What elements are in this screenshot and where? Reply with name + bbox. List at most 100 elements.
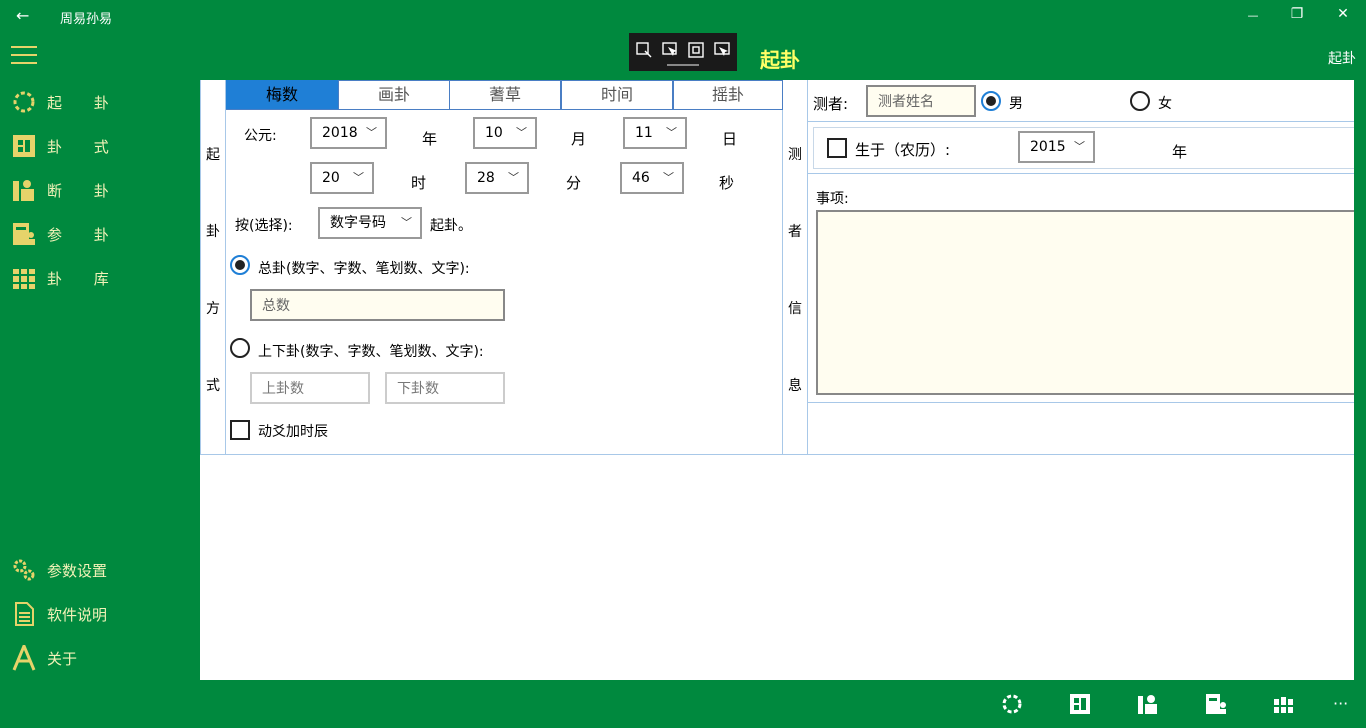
tab-huagua[interactable]: 画卦 <box>338 80 450 109</box>
hour-select[interactable]: 20 ﹀ <box>310 162 374 194</box>
second-select[interactable]: 46 ﹀ <box>620 162 684 194</box>
radio-male[interactable] <box>981 91 1001 111</box>
born-checkbox[interactable] <box>827 138 847 158</box>
sidebar-item-label: 起 卦 <box>47 93 123 112</box>
sidebar-item-label: 断 卦 <box>47 181 123 200</box>
person-vertical-label-1: 测 <box>788 147 802 163</box>
era-label: 公元: <box>244 128 277 144</box>
sidebar-item-label: 卦 式 <box>47 137 123 156</box>
matter-label: 事项: <box>816 191 849 207</box>
sidebar-item-label: 软件说明 <box>47 605 108 624</box>
close-button[interactable]: ✕ <box>1328 6 1358 22</box>
people-icon[interactable] <box>1204 692 1228 716</box>
more-icon[interactable]: ··· <box>1333 694 1348 713</box>
method-vertical-label-4: 式 <box>206 378 220 394</box>
page-title: 起卦 <box>760 48 800 72</box>
method-select-value: 数字号码 <box>330 215 386 231</box>
freeform-snip-icon[interactable] <box>661 41 679 59</box>
sidebar-item-label: 卦 库 <box>47 269 123 288</box>
back-button[interactable]: ← <box>16 6 29 25</box>
ring-icon[interactable] <box>1000 692 1024 716</box>
radio-updown[interactable] <box>230 338 250 358</box>
lower-input[interactable]: 下卦数 <box>385 372 505 404</box>
hamburger-icon[interactable] <box>11 44 37 66</box>
window-title: 周易孙易 <box>60 12 113 27</box>
radio-female[interactable] <box>1130 91 1150 111</box>
sidebar-item-guashi[interactable]: 卦 式 <box>0 126 200 166</box>
second-unit: 秒 <box>719 174 735 192</box>
minute-value: 28 <box>477 170 495 186</box>
hour-unit: 时 <box>411 174 427 192</box>
radio-total[interactable] <box>230 255 250 275</box>
restore-button[interactable]: ❐ <box>1282 6 1312 22</box>
day-value: 11 <box>635 125 653 141</box>
chevron-down-icon: ﹀ <box>508 171 519 184</box>
method-vertical-label-3: 方 <box>206 301 220 317</box>
method-vertical-label-2: 卦 <box>206 224 220 240</box>
day-unit: 日 <box>722 130 738 148</box>
library-icon[interactable] <box>1272 692 1296 716</box>
select-prefix: 按(选择): <box>235 218 293 234</box>
grid-icon[interactable] <box>1068 692 1092 716</box>
sidebar-item-about[interactable]: 关于 <box>0 638 200 678</box>
chevron-down-icon: ﹀ <box>516 126 527 139</box>
tab-shicao[interactable]: 蓍草 <box>449 80 561 109</box>
sidebar-item-label: 参 卦 <box>47 225 123 244</box>
second-value: 46 <box>632 170 650 186</box>
person-book-icon <box>11 177 37 203</box>
method-select[interactable]: 数字号码 ﹀ <box>318 207 422 239</box>
chevron-down-icon: ﹀ <box>666 126 677 139</box>
sidebar-item-duangua[interactable]: 断 卦 <box>0 170 200 210</box>
option-updown-label: 上下卦(数字、字数、笔划数、文字): <box>258 344 484 360</box>
month-unit: 月 <box>571 130 587 148</box>
male-label: 男 <box>1009 96 1023 112</box>
ring-icon <box>11 89 37 115</box>
hour-value: 20 <box>322 170 340 186</box>
name-input[interactable]: 测者姓名 <box>866 85 976 117</box>
chevron-down-icon: ﹀ <box>366 126 377 139</box>
year-unit: 年 <box>422 130 438 148</box>
people-icon <box>11 221 37 247</box>
born-label: 生于（农历）: <box>855 141 951 159</box>
tab-shijian[interactable]: 时间 <box>561 80 673 109</box>
person-vertical-label-2: 者 <box>788 224 802 240</box>
minute-select[interactable]: 28 ﹀ <box>465 162 529 194</box>
sidebar-item-cangua[interactable]: 参 卦 <box>0 214 200 254</box>
window-snip-icon[interactable] <box>687 41 705 59</box>
sidebar-item-guaku[interactable]: 卦 库 <box>0 258 200 298</box>
born-year-select[interactable]: 2015 ﹀ <box>1018 131 1095 163</box>
day-select[interactable]: 11 ﹀ <box>623 117 687 149</box>
drag-handle[interactable] <box>667 64 699 66</box>
name-placeholder: 测者姓名 <box>878 94 934 110</box>
option-total-label: 总卦(数字、字数、笔划数、文字): <box>258 261 470 277</box>
matter-textarea[interactable] <box>816 210 1354 395</box>
chevron-down-icon: ﹀ <box>353 171 364 184</box>
dongyao-label: 动爻加时辰 <box>258 424 328 440</box>
sidebar-item-manual[interactable]: 软件说明 <box>0 594 200 634</box>
rect-snip-icon[interactable] <box>635 41 653 59</box>
method-vertical-label-1: 起 <box>206 147 220 163</box>
born-unit: 年 <box>1172 143 1188 161</box>
upper-input[interactable]: 上卦数 <box>250 372 370 404</box>
library-icon <box>11 265 37 291</box>
person-book-icon[interactable] <box>1136 692 1160 716</box>
grid-icon <box>11 133 37 159</box>
lower-placeholder: 下卦数 <box>397 381 439 397</box>
born-year-value: 2015 <box>1030 139 1066 155</box>
month-value: 10 <box>485 125 503 141</box>
total-input[interactable]: 总数 <box>250 289 505 321</box>
sidebar-item-label: 关于 <box>47 649 78 668</box>
tab-yaogua[interactable]: 摇卦 <box>673 80 783 109</box>
dongyao-checkbox[interactable] <box>230 420 250 440</box>
minimize-button[interactable]: — <box>1238 9 1268 22</box>
tab-meishu[interactable]: 梅数 <box>226 80 338 109</box>
document-icon <box>11 601 37 627</box>
chevron-down-icon: ﹀ <box>1074 140 1085 153</box>
month-select[interactable]: 10 ﹀ <box>473 117 537 149</box>
sidebar-item-qigua[interactable]: 起 卦 <box>0 82 200 122</box>
year-select[interactable]: 2018 ﹀ <box>310 117 387 149</box>
chevron-down-icon: ﹀ <box>663 171 674 184</box>
fullscreen-snip-icon[interactable] <box>713 41 731 59</box>
total-placeholder: 总数 <box>262 298 290 314</box>
sidebar-item-settings[interactable]: 参数设置 <box>0 550 200 590</box>
